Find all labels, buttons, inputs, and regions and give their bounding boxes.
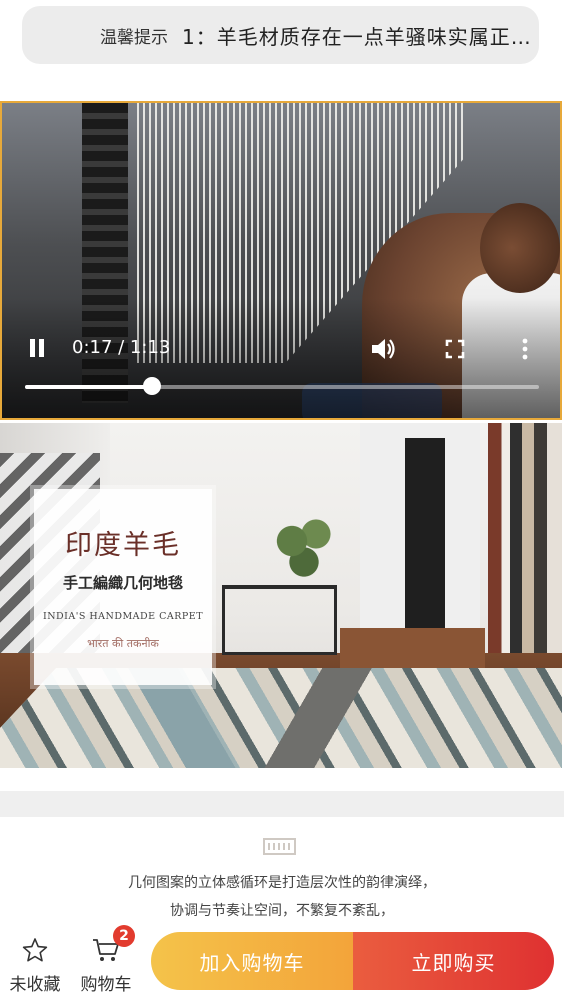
notice-label: 温馨提示 xyxy=(100,27,168,48)
video-player[interactable]: 0:17 / 1:13 xyxy=(0,101,562,420)
fullscreen-icon[interactable] xyxy=(445,339,465,359)
banner-hindi-caption: भारत की तकनीक xyxy=(87,637,159,650)
banner-door xyxy=(405,438,445,648)
cart-label: 购物车 xyxy=(80,975,132,995)
buy-now-button[interactable]: 立即购买 xyxy=(353,932,554,990)
bottom-action-bar: 未收藏 2 购物车 加入购物车 立即购买 xyxy=(0,924,564,1004)
banner-step xyxy=(340,628,485,668)
add-to-cart-button[interactable]: 加入购物车 xyxy=(151,932,353,990)
star-icon xyxy=(22,938,48,962)
notice-bar[interactable]: 温馨提示 1：羊毛材质存在一点羊骚味实属正常现象 xyxy=(22,6,539,64)
cart-icon-wrap: 2 xyxy=(91,925,135,964)
description-line-2: 协调与节奏让空间，不繁复不紊乱， xyxy=(170,903,394,919)
banner-wall-art-right xyxy=(488,423,562,673)
banner-shelf xyxy=(222,585,337,655)
description-line-1: 几何图案的立体感循环是打造层次性的韵律演绎， xyxy=(128,875,436,891)
video-progress-bar[interactable] xyxy=(25,377,539,395)
notice-text: 1：羊毛材质存在一点羊骚味实属正常现象 xyxy=(182,24,537,49)
cart-count-badge: 2 xyxy=(113,925,135,947)
banner-subtitle: 手工編織几何地毯 xyxy=(62,574,183,592)
banner-title: 印度羊毛 xyxy=(65,530,181,561)
pause-icon[interactable] xyxy=(28,339,46,359)
more-icon[interactable] xyxy=(520,337,530,361)
video-controls-overlay xyxy=(2,298,560,418)
product-banner: 印度羊毛 手工編織几何地毯 INDIA'S HANDMADE CARPET भा… xyxy=(0,423,562,768)
video-progress-fill xyxy=(25,385,152,389)
volume-icon[interactable] xyxy=(370,337,396,361)
favorite-label: 未收藏 xyxy=(9,975,61,995)
cart-tab[interactable]: 2 购物车 xyxy=(76,925,136,995)
section-divider xyxy=(0,791,564,817)
video-frame-head xyxy=(480,203,560,293)
ornament-icon xyxy=(263,838,296,855)
video-time: 0:17 / 1:13 xyxy=(72,337,171,358)
favorite-tab[interactable]: 未收藏 xyxy=(5,936,65,995)
video-progress-thumb[interactable] xyxy=(142,377,161,395)
banner-plant xyxy=(274,513,334,583)
banner-english-caption: INDIA'S HANDMADE CARPET xyxy=(42,611,204,622)
banner-title-card: 印度羊毛 手工編織几何地毯 INDIA'S HANDMADE CARPET भा… xyxy=(34,489,212,685)
